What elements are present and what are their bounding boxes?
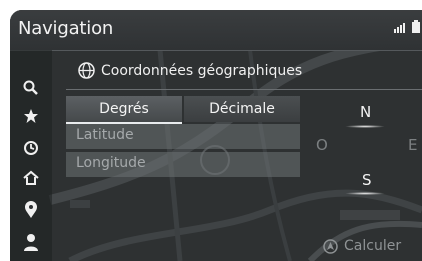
battery-icon bbox=[412, 20, 420, 33]
navigation-arrow-icon bbox=[323, 238, 338, 254]
section-header: Coordonnées géographiques bbox=[78, 62, 302, 79]
signal-icon bbox=[394, 23, 405, 33]
compass-east-button[interactable]: E bbox=[408, 136, 417, 154]
search-icon[interactable] bbox=[21, 78, 41, 98]
page-title: Navigation bbox=[18, 18, 114, 39]
top-bar: Navigation bbox=[10, 10, 422, 51]
home-icon[interactable] bbox=[21, 168, 41, 188]
divider bbox=[66, 89, 422, 90]
latitude-placeholder: Latitude bbox=[76, 127, 134, 143]
calculate-label: Calculer bbox=[344, 238, 402, 254]
navigation-screen: Navigation Coordonnées géographiques Deg… bbox=[10, 10, 422, 261]
person-icon[interactable] bbox=[21, 232, 41, 252]
north-selected-indicator bbox=[345, 125, 385, 128]
longitude-placeholder: Longitude bbox=[76, 155, 146, 171]
calculate-button[interactable]: Calculer bbox=[323, 238, 401, 254]
compass-west-button[interactable]: O bbox=[316, 136, 328, 154]
latitude-field[interactable]: Latitude bbox=[66, 124, 300, 149]
star-icon[interactable] bbox=[21, 106, 41, 126]
longitude-field[interactable]: Longitude bbox=[66, 152, 300, 177]
status-indicators bbox=[394, 20, 420, 33]
south-selected-indicator bbox=[345, 192, 385, 195]
compass-north-button[interactable]: N bbox=[360, 103, 371, 121]
globe-icon bbox=[78, 62, 95, 79]
tab-degrees[interactable]: Degrés bbox=[66, 96, 182, 124]
history-icon[interactable] bbox=[21, 138, 41, 158]
sidebar bbox=[10, 50, 52, 261]
location-pin-icon[interactable] bbox=[21, 200, 41, 220]
compass-south-button[interactable]: S bbox=[362, 171, 372, 189]
section-title: Coordonnées géographiques bbox=[101, 62, 303, 79]
tab-decimal[interactable]: Décimale bbox=[184, 96, 300, 122]
